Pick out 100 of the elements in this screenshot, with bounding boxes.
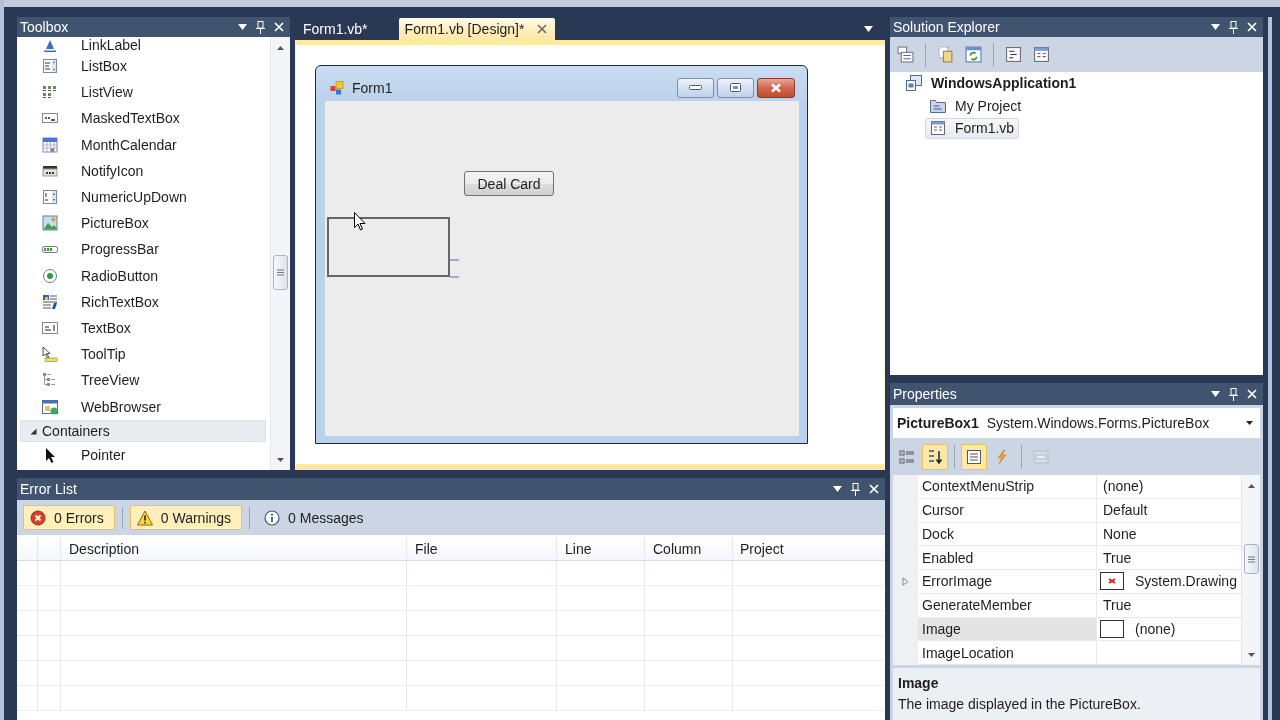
property-value[interactable]: True [1103, 549, 1132, 566]
tree-item[interactable]: My Project [925, 95, 1027, 117]
tooltip-icon [42, 346, 58, 363]
category-list-icon [899, 448, 915, 465]
close-icon [770, 82, 782, 93]
dropdown-icon[interactable] [1211, 24, 1220, 30]
column-header[interactable]: Column [645, 537, 733, 560]
toolbox-category[interactable]: Containers [20, 419, 266, 442]
scrollbar[interactable] [1241, 475, 1260, 665]
dropdown-icon[interactable] [1246, 421, 1253, 425]
toolbox-item[interactable]: PictureBox [17, 210, 270, 237]
scroll-down-icon[interactable] [277, 458, 284, 462]
filter-toggle[interactable]: 0 Errors [23, 505, 115, 530]
browser-window-icon [42, 398, 58, 415]
property-value[interactable]: (none) [1103, 478, 1144, 495]
property-name[interactable]: ErrorImage [918, 570, 1097, 594]
form-layout-icon[interactable] [1033, 46, 1050, 63]
minimize-icon [689, 85, 702, 90]
toolbox-item[interactable]: LinkLabel [17, 37, 270, 53]
property-name[interactable]: Image [918, 617, 1097, 642]
warning-icon [136, 509, 153, 526]
dropdown-icon[interactable] [864, 25, 873, 32]
maximize-button[interactable] [717, 77, 754, 98]
scroll-thumb[interactable] [273, 255, 288, 290]
property-value[interactable]: System.Drawing [1135, 573, 1237, 590]
close-button[interactable] [757, 77, 795, 98]
toolbox-item[interactable]: ProgressBar [17, 236, 270, 263]
panel-title: Solution Explorer [893, 19, 1000, 35]
project-icon [906, 75, 922, 92]
mouse-pointer-icon [354, 212, 366, 231]
tree-item[interactable]: Form1.vb [925, 117, 1020, 139]
property-name[interactable]: ContextMenuStrip [918, 475, 1097, 499]
property-name[interactable]: GenerateMember [918, 593, 1097, 618]
picture-icon [42, 215, 58, 232]
properties-button[interactable] [961, 443, 987, 470]
filter-toggle[interactable]: 0 Warnings [129, 505, 243, 530]
list-icon [966, 448, 982, 465]
panel-title: Properties [893, 386, 957, 402]
toolbox-item[interactable]: NotifyIcon [17, 157, 270, 184]
toolbox-item[interactable]: ListBox [17, 53, 270, 80]
sort-down-icon [927, 448, 943, 465]
toolbox-item[interactable]: TreeView [17, 367, 270, 394]
toolbox-item[interactable]: NumericUpDown [17, 183, 270, 211]
panel-title: Error List [20, 481, 77, 497]
pin-icon[interactable] [1229, 20, 1238, 34]
dropdown-icon[interactable] [1211, 391, 1220, 397]
column-header[interactable]: Project [733, 537, 885, 560]
toolbox-item[interactable]: RadioButton [17, 262, 270, 289]
form-icon [330, 80, 344, 95]
pin-icon[interactable] [851, 482, 860, 496]
column-header[interactable]: Line [557, 537, 645, 560]
document-tab[interactable]: Form1.vb [Design]* [398, 18, 556, 40]
property-name[interactable]: Dock [918, 522, 1097, 547]
pin-icon[interactable] [1229, 387, 1238, 401]
property-name[interactable]: Enabled [918, 546, 1097, 570]
toolbox-item[interactable]: TextBox [17, 314, 270, 342]
toolbox-item[interactable]: RichTextBox [17, 288, 270, 315]
tree-item[interactable]: WindowsApplication1 [901, 72, 1082, 94]
property-value[interactable]: (none) [1135, 620, 1176, 637]
toolbox-item[interactable]: WebBrowser [17, 393, 270, 420]
code-page-icon[interactable] [1005, 46, 1022, 63]
text-field-icon [42, 319, 58, 336]
toolbox-item[interactable]: MonthCalendar [17, 131, 270, 158]
toolbox-item[interactable]: ListView [17, 79, 270, 106]
object-selector[interactable]: PictureBox1 System.Windows.Forms.PictureBox [893, 408, 1260, 438]
scroll-down-icon[interactable] [1247, 653, 1255, 657]
property-value[interactable]: True [1103, 597, 1132, 614]
spinner-field-icon [42, 189, 58, 206]
radio-button-icon [42, 267, 58, 284]
alphabetical-button[interactable] [922, 443, 948, 470]
window-list-icon[interactable] [897, 46, 914, 63]
scroll-up-icon[interactable] [277, 46, 284, 50]
property-value[interactable]: Default [1103, 502, 1148, 519]
rich-text-icon [42, 293, 58, 310]
toolbox-item[interactable]: MaskedTextBox [17, 105, 270, 132]
property-value[interactable]: None [1103, 525, 1137, 542]
column-header[interactable]: Description [61, 537, 407, 560]
dot-grid-icon [42, 84, 58, 101]
scrollbar[interactable] [270, 37, 290, 470]
scroll-thumb[interactable] [1243, 544, 1259, 574]
description-title: Image [898, 674, 940, 693]
expander-icon[interactable] [30, 426, 37, 435]
column-header[interactable]: File [407, 537, 557, 560]
property-name[interactable]: ImageLocation [918, 641, 1097, 665]
scroll-up-icon[interactable] [1247, 484, 1255, 488]
form-button[interactable]: Deal Card [464, 171, 554, 196]
toolbox-item[interactable]: Pointer [17, 441, 270, 468]
pin-icon[interactable] [256, 20, 265, 34]
dropdown-icon[interactable] [238, 24, 247, 30]
property-name[interactable]: Cursor [918, 498, 1097, 523]
toolbox-item[interactable]: ToolTip [17, 341, 270, 368]
minimize-button[interactable] [677, 77, 714, 98]
form-file-icon [930, 120, 946, 137]
form-title: Form1 [352, 79, 393, 96]
refresh-icon[interactable] [965, 46, 982, 63]
files-icon[interactable] [937, 46, 954, 63]
close-icon[interactable] [537, 24, 548, 34]
document-tab[interactable]: Form1.vb* [295, 18, 396, 40]
filter-toggle[interactable]: 0 Messages [257, 505, 375, 530]
dropdown-icon[interactable] [833, 486, 842, 492]
